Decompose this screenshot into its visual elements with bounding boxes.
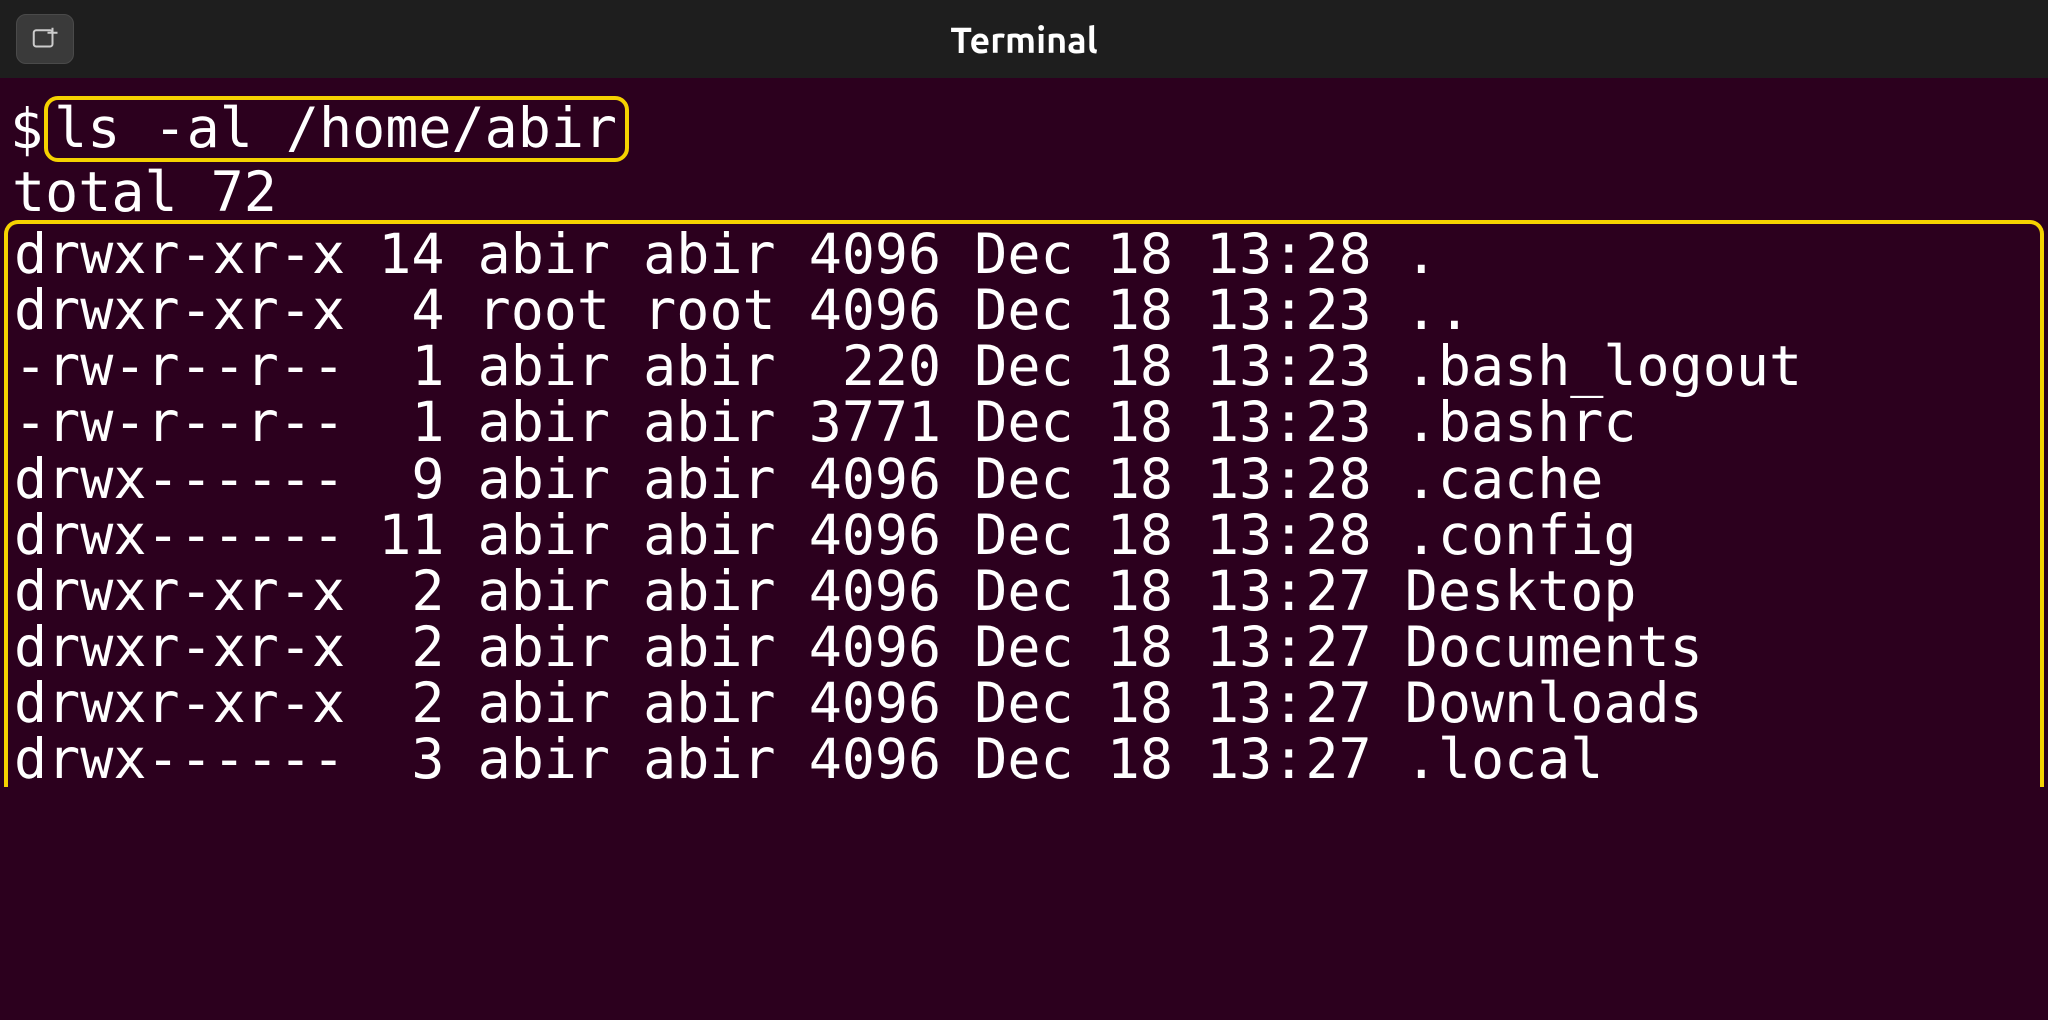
listing-highlight: drwxr-xr-x 14 abir abir 4096 Dec 18 13:2… [4, 220, 2044, 787]
new-tab-button[interactable] [16, 14, 74, 64]
total-line: total 72 [10, 164, 2038, 220]
listing-row: drwxr-xr-x 2 abir abir 4096 Dec 18 13:27… [14, 675, 2034, 731]
prompt-symbol: $ [10, 101, 44, 157]
window-title: Terminal [950, 19, 1097, 60]
listing-row: -rw-r--r-- 1 abir abir 220 Dec 18 13:23 … [14, 338, 2034, 394]
command-highlight: ls -al /home/abir [44, 96, 629, 162]
listing-row: drwxr-xr-x 2 abir abir 4096 Dec 18 13:27… [14, 563, 2034, 619]
listing-row: drwx------ 9 abir abir 4096 Dec 18 13:28… [14, 451, 2034, 507]
prompt-line: $ ls -al /home/abir [10, 96, 2038, 162]
listing-row: drwxr-xr-x 14 abir abir 4096 Dec 18 13:2… [14, 226, 2034, 282]
listing-row: drwxr-xr-x 2 abir abir 4096 Dec 18 13:27… [14, 619, 2034, 675]
terminal-output[interactable]: $ ls -al /home/abir total 72 drwxr-xr-x … [0, 78, 2048, 787]
title-bar: Terminal [0, 0, 2048, 78]
listing-row: drwxr-xr-x 4 root root 4096 Dec 18 13:23… [14, 282, 2034, 338]
listing-row: -rw-r--r-- 1 abir abir 3771 Dec 18 13:23… [14, 394, 2034, 450]
new-tab-icon [30, 24, 60, 54]
listing-row: drwx------ 11 abir abir 4096 Dec 18 13:2… [14, 507, 2034, 563]
listing-row: drwx------ 3 abir abir 4096 Dec 18 13:27… [14, 731, 2034, 787]
command-text: ls -al /home/abir [54, 96, 617, 160]
